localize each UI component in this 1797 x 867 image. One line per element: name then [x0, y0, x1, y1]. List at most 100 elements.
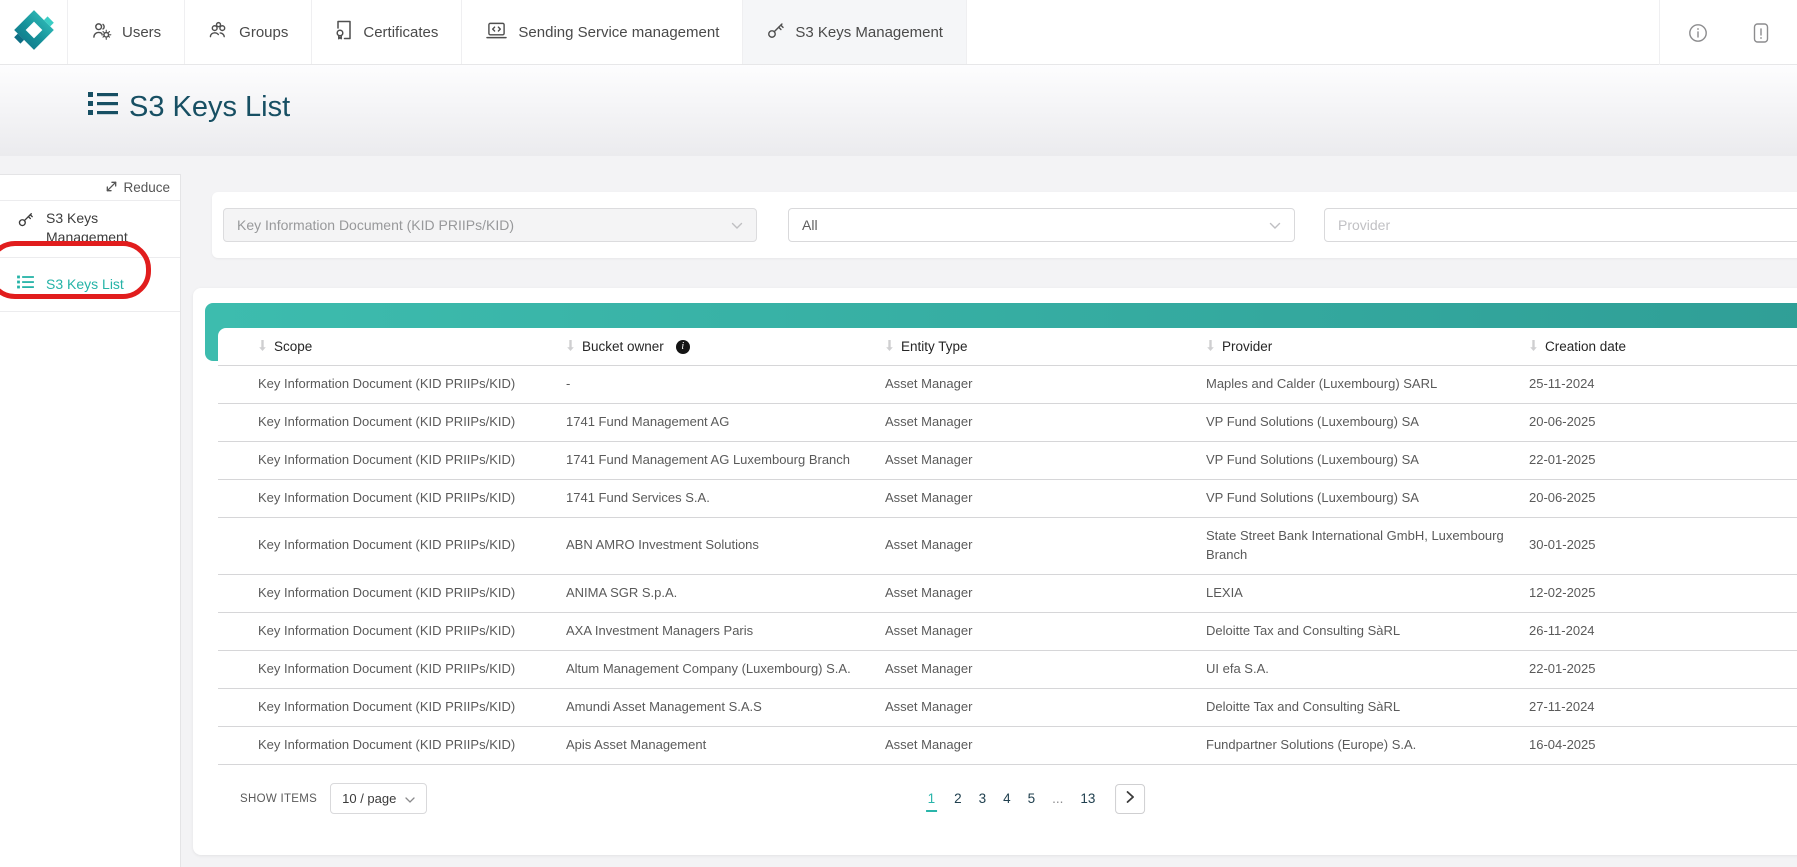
app-logo[interactable]	[0, 0, 67, 64]
bucket-owner-info-icon[interactable]: i	[676, 340, 690, 354]
s3-keys-table: Scope Bucket owner i Entity Type Provide…	[218, 328, 1797, 855]
tab-groups[interactable]: Groups	[184, 0, 311, 64]
cell-provider: Deloitte Tax and Consulting SàRL	[1206, 613, 1529, 650]
cell-creation-date: 27-11-2024	[1529, 689, 1797, 726]
cell-provider: VP Fund Solutions (Luxembourg) SA	[1206, 404, 1529, 441]
cell-bucket-owner: Altum Management Company (Luxembourg) S.…	[566, 651, 885, 688]
scope-select[interactable]: Key Information Document (KID PRIIPs/KID…	[223, 208, 757, 242]
cell-creation-date: 26-11-2024	[1529, 613, 1797, 650]
tab-label: Groups	[239, 24, 288, 41]
list-icon	[88, 91, 118, 124]
provider-input[interactable]	[1324, 208, 1797, 242]
cell-provider: State Street Bank International GmbH, Lu…	[1206, 518, 1529, 574]
table-row[interactable]: Key Information Document (KID PRIIPs/KID…	[218, 517, 1797, 574]
laptop-icon	[485, 21, 508, 44]
page-number[interactable]: 13	[1080, 791, 1095, 806]
list-icon	[17, 275, 34, 294]
sort-icon	[1529, 339, 1538, 354]
tab-users[interactable]: Users	[67, 0, 184, 64]
page-title-text: S3 Keys List	[129, 91, 290, 124]
page-number[interactable]: 3	[979, 791, 987, 806]
cell-bucket-owner: AXA Investment Managers Paris	[566, 613, 885, 650]
tab-certificates[interactable]: Certificates	[311, 0, 461, 64]
show-items-label: SHOW ITEMS	[240, 793, 317, 805]
tab-s3-keys-management[interactable]: S3 Keys Management	[742, 0, 967, 64]
table-row[interactable]: Key Information Document (KID PRIIPs/KID…	[218, 574, 1797, 612]
cell-provider: VP Fund Solutions (Luxembourg) SA	[1206, 442, 1529, 479]
logo-icon	[10, 6, 58, 59]
cell-scope: Key Information Document (KID PRIIPs/KID…	[228, 613, 566, 650]
cell-provider: VP Fund Solutions (Luxembourg) SA	[1206, 480, 1529, 517]
table-row[interactable]: Key Information Document (KID PRIIPs/KID…	[218, 403, 1797, 441]
sidebar-item-s3-keys-management[interactable]: S3 Keys Management	[0, 201, 180, 258]
column-header-label: Entity Type	[901, 339, 968, 354]
collapse-icon	[105, 180, 118, 196]
cell-creation-date: 20-06-2025	[1529, 404, 1797, 441]
column-header-bucket-owner[interactable]: Bucket owner i	[566, 339, 885, 354]
cell-scope: Key Information Document (KID PRIIPs/KID…	[228, 480, 566, 517]
table-row[interactable]: Key Information Document (KID PRIIPs/KID…	[218, 441, 1797, 479]
cell-bucket-owner: -	[566, 366, 885, 403]
table-row[interactable]: Key Information Document (KID PRIIPs/KID…	[218, 365, 1797, 403]
table-row[interactable]: Key Information Document (KID PRIIPs/KID…	[218, 688, 1797, 726]
info-icon[interactable]	[1687, 22, 1709, 44]
nav-right-actions	[1659, 0, 1797, 65]
table-row[interactable]: Key Information Document (KID PRIIPs/KID…	[218, 612, 1797, 650]
cell-scope: Key Information Document (KID PRIIPs/KID…	[228, 366, 566, 403]
column-header-label: Scope	[274, 339, 312, 354]
column-header-scope[interactable]: Scope	[228, 339, 566, 354]
page-number[interactable]: 5	[1028, 791, 1036, 806]
chevron-down-icon	[731, 217, 743, 233]
page-ellipsis[interactable]: ...	[1052, 791, 1063, 806]
cell-provider: Fundpartner Solutions (Europe) S.A.	[1206, 727, 1529, 764]
cell-entity-type: Asset Manager	[885, 480, 1206, 517]
filter-card: Key Information Document (KID PRIIPs/KID…	[212, 192, 1797, 258]
sort-icon	[885, 339, 894, 354]
entity-type-select[interactable]: All	[788, 208, 1295, 242]
chevron-down-icon	[405, 791, 415, 806]
cell-provider: Deloitte Tax and Consulting SàRL	[1206, 689, 1529, 726]
page-size-select[interactable]: 10 / page	[330, 783, 427, 814]
table-row[interactable]: Key Information Document (KID PRIIPs/KID…	[218, 479, 1797, 517]
pagination-bar: SHOW ITEMS 10 / page 1 2 3 4 5	[218, 782, 1797, 816]
cell-scope: Key Information Document (KID PRIIPs/KID…	[228, 689, 566, 726]
chevron-down-icon	[1269, 217, 1281, 233]
tab-sending-service[interactable]: Sending Service management	[461, 0, 742, 64]
cell-scope: Key Information Document (KID PRIIPs/KID…	[228, 727, 566, 764]
cell-entity-type: Asset Manager	[885, 651, 1206, 688]
alert-icon[interactable]	[1751, 22, 1771, 44]
sidebar-reduce-button[interactable]: Reduce	[0, 175, 180, 201]
column-header-creation-date[interactable]: Creation date	[1529, 339, 1797, 354]
next-page-button[interactable]	[1115, 784, 1145, 814]
table-row[interactable]: Key Information Document (KID PRIIPs/KID…	[218, 726, 1797, 764]
table-row[interactable]: Key Information Document (KID PRIIPs/KID…	[218, 650, 1797, 688]
column-header-provider[interactable]: Provider	[1206, 339, 1529, 354]
cell-scope: Key Information Document (KID PRIIPs/KID…	[228, 404, 566, 441]
tab-label: S3 Keys Management	[795, 24, 943, 41]
tab-label: Users	[122, 24, 161, 41]
column-header-label: Bucket owner	[582, 339, 664, 354]
tab-label: Sending Service management	[518, 24, 719, 41]
chevron-right-icon	[1126, 791, 1134, 806]
main-content: Key Information Document (KID PRIIPs/KID…	[182, 156, 1797, 867]
cell-bucket-owner: 1741 Fund Services S.A.	[566, 480, 885, 517]
cell-provider: UI efa S.A.	[1206, 651, 1529, 688]
page-header: S3 Keys List	[0, 65, 1797, 156]
sidebar-item-s3-keys-list[interactable]: S3 Keys List	[0, 258, 180, 312]
reduce-label: Reduce	[123, 180, 170, 195]
cell-bucket-owner: ABN AMRO Investment Solutions	[566, 527, 885, 564]
cell-creation-date: 20-06-2025	[1529, 480, 1797, 517]
cell-creation-date: 25-11-2024	[1529, 366, 1797, 403]
page-number[interactable]: 1	[926, 791, 938, 812]
sidebar: Reduce S3 Keys Management S3 Keys List	[0, 174, 181, 867]
show-items-group: SHOW ITEMS 10 / page	[240, 782, 427, 816]
entity-select-value: All	[802, 217, 818, 233]
top-nav: Users Groups	[0, 0, 1797, 65]
page-number[interactable]: 2	[954, 791, 962, 806]
key-icon	[766, 21, 785, 44]
sort-icon	[258, 339, 267, 354]
cell-bucket-owner: Apis Asset Management	[566, 727, 885, 764]
cell-scope: Key Information Document (KID PRIIPs/KID…	[228, 527, 566, 564]
column-header-entity-type[interactable]: Entity Type	[885, 339, 1206, 354]
page-number[interactable]: 4	[1003, 791, 1011, 806]
